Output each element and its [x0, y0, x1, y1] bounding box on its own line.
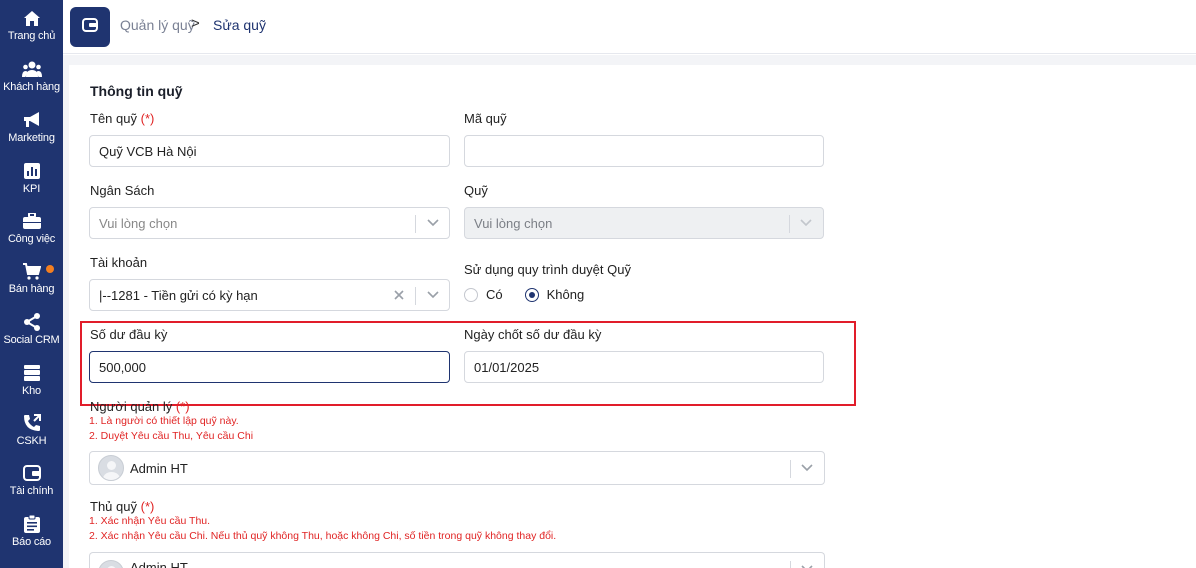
treasurer-note-1: 1. Xác nhận Yêu cầu Thu. — [89, 515, 211, 527]
treasurer-label-text: Thủ quỹ — [90, 499, 137, 514]
fund-code-label: Mã quỹ — [464, 111, 507, 126]
budget-placeholder: Vui lòng chọn — [99, 215, 178, 231]
treasurer-select[interactable]: Admin HT — [89, 552, 825, 568]
sidebar-item-tasks[interactable]: Công việc — [0, 205, 63, 255]
manager-note-2: 2. Duyệt Yêu cầu Thu, Yêu cầu Chi — [89, 430, 254, 442]
breadcrumb-current: Sửa quỹ — [213, 17, 266, 33]
clear-icon[interactable] — [392, 288, 406, 302]
chevron-down-icon[interactable] — [800, 562, 814, 568]
warehouse-icon — [22, 363, 42, 383]
approval-option-yes[interactable]: Có — [464, 287, 503, 302]
chevron-down-icon[interactable] — [426, 216, 440, 230]
sidebar-item-label: Công việc — [7, 233, 56, 245]
module-menu-button[interactable] — [70, 7, 110, 47]
treasurer-label: Thủ quỹ (*) — [90, 499, 154, 514]
highlight-box — [80, 321, 856, 406]
approval-option-no[interactable]: Không — [524, 287, 585, 302]
select-divider — [789, 215, 790, 233]
chart-icon — [22, 161, 42, 181]
manager-note-1: 1. Là người có thiết lập quỹ này. — [89, 415, 239, 427]
sidebar-item-customers[interactable]: Khách hàng — [0, 53, 63, 103]
treasurer-notes: 1. Xác nhận Yêu cầu Thu. 2. Xác nhận Yêu… — [89, 514, 556, 544]
fund-placeholder: Vui lòng chọn — [474, 215, 553, 231]
users-icon — [21, 59, 42, 79]
required-mark: (*) — [140, 111, 155, 126]
fund-name-input[interactable]: Quỹ VCB Hà Nội — [89, 135, 450, 167]
required-mark: (*) — [140, 499, 155, 514]
sidebar-item-marketing[interactable]: Marketing — [0, 104, 63, 154]
sidebar-item-social-crm[interactable]: Social CRM — [0, 306, 63, 356]
briefcase-icon — [22, 211, 42, 231]
sidebar-item-finance[interactable]: Tài chính — [0, 457, 63, 507]
required-mark: (*) — [175, 399, 190, 414]
select-divider — [415, 215, 416, 233]
treasurer-value: Admin HT — [130, 560, 188, 568]
account-value: |--1281 - Tiền gửi có kỳ hạn — [99, 287, 258, 303]
sidebar-item-home[interactable]: Trang chủ — [0, 2, 63, 52]
sidebar-item-label: Marketing — [8, 132, 55, 144]
sidebar-item-label: Khách hàng — [3, 81, 60, 93]
sidebar-item-label: Bán hàng — [8, 283, 55, 295]
notification-dot — [45, 265, 54, 273]
manager-label-text: Người quản lý — [90, 399, 173, 414]
chevron-down-icon — [799, 216, 813, 230]
sidebar-item-label: Báo cáo — [12, 536, 51, 548]
radio-yes[interactable] — [464, 287, 478, 302]
sidebar-item-kpi[interactable]: KPI — [0, 155, 63, 205]
sidebar-item-label: Tài chính — [9, 485, 54, 497]
manager-notes: 1. Là người có thiết lập quỹ này. 2. Duy… — [89, 414, 253, 444]
sidebar-item-label: Kho — [22, 385, 41, 397]
select-divider — [790, 460, 791, 478]
select-divider — [790, 561, 791, 568]
fund-code-input[interactable] — [464, 135, 824, 167]
sidebar-item-reports[interactable]: Báo cáo — [0, 508, 63, 558]
treasurer-note-2: 2. Xác nhận Yêu cầu Chi. Nếu thủ quỹ khô… — [89, 530, 557, 542]
fund-name-label: Tên quỹ (*) — [90, 111, 154, 126]
share-icon — [22, 312, 42, 332]
sidebar-item-label: Trang chủ — [7, 30, 56, 42]
clipboard-icon — [22, 514, 42, 534]
sidebar-item-label: KPI — [22, 183, 41, 195]
avatar — [98, 455, 124, 481]
sidebar-item-cskh[interactable]: CSKH — [0, 407, 63, 457]
megaphone-icon — [22, 110, 42, 130]
approval-radio-group: Có Không — [464, 287, 606, 302]
chevron-down-icon[interactable] — [426, 288, 440, 302]
approval-label: Sử dụng quy trình duyệt Quỹ — [464, 262, 631, 277]
sidebar-item-warehouse[interactable]: Kho — [0, 357, 63, 407]
fund-name-value: Quỹ VCB Hà Nội — [99, 143, 197, 159]
top-bar: Quản lý quỹ > Sửa quỹ — [63, 0, 1196, 54]
approval-option-no-label: Không — [546, 287, 585, 302]
home-icon — [22, 8, 42, 28]
content-area — [63, 55, 1196, 568]
sidebar-item-label: Social CRM — [3, 334, 60, 346]
manager-value: Admin HT — [130, 460, 188, 476]
avatar — [98, 560, 124, 568]
budget-select[interactable]: Vui lòng chọn — [89, 207, 450, 239]
cart-icon — [22, 261, 54, 281]
breadcrumb-fund-management[interactable]: Quản lý quỹ — [120, 17, 195, 33]
sidebar-item-sales[interactable]: Bán hàng — [0, 255, 63, 305]
radio-no[interactable] — [524, 287, 539, 302]
approval-option-yes-label: Có — [486, 287, 503, 302]
account-select[interactable]: |--1281 - Tiền gửi có kỳ hạn — [89, 279, 450, 311]
chevron-down-icon[interactable] — [800, 461, 814, 475]
phone-icon — [22, 413, 42, 433]
section-title: Thông tin quỹ — [90, 83, 183, 99]
fund-select: Vui lòng chọn — [464, 207, 824, 239]
select-divider — [415, 287, 416, 305]
wallet-icon — [22, 463, 42, 483]
account-label: Tài khoản — [90, 255, 148, 270]
wallet-icon — [82, 17, 98, 37]
breadcrumb-separator: > — [191, 15, 200, 32]
manager-label: Người quản lý (*) — [90, 399, 190, 414]
fund-label: Quỹ — [464, 183, 488, 198]
budget-label: Ngân Sách — [90, 183, 155, 198]
sidebar: Trang chủ Khách hàng Marketing KPI Công … — [0, 0, 63, 568]
fund-name-label-text: Tên quỹ — [90, 111, 137, 126]
sidebar-item-label: CSKH — [16, 435, 47, 447]
manager-select[interactable]: Admin HT — [89, 451, 825, 485]
